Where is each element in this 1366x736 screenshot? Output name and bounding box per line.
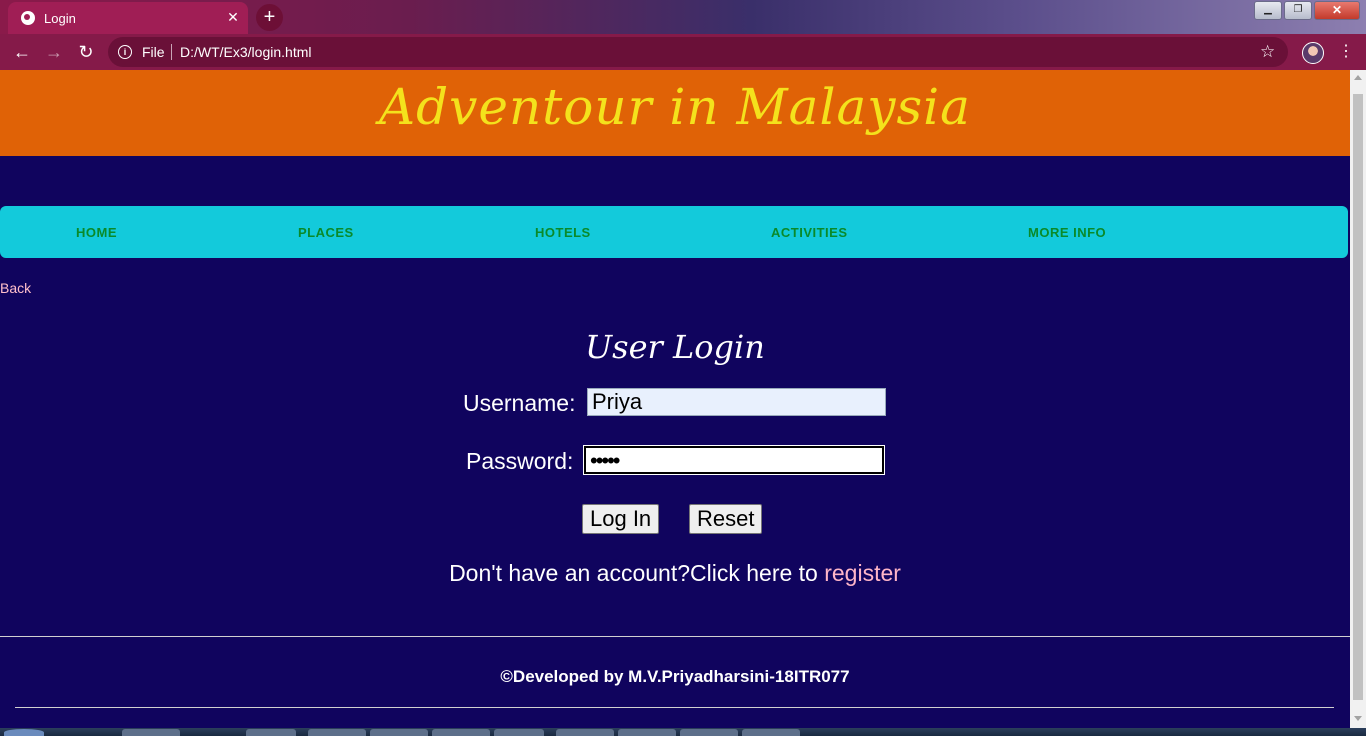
url-scheme-label: File [142,44,165,60]
start-orb[interactable] [4,729,44,736]
scroll-thumb[interactable] [1353,94,1363,700]
site-title: Adventour in Malaysia [379,78,971,136]
footer-credit: ©Developed by M.V.Priyadharsini-18ITR077 [500,667,850,686]
browser-titlebar: Login ✕ + ▁ ❐ ✕ [0,0,1366,34]
kebab-menu-icon[interactable]: ⋮ [1338,42,1354,62]
minimize-button[interactable]: ▁ [1254,1,1282,20]
nav-more-info[interactable]: MORE INFO [1028,225,1106,240]
profile-avatar[interactable] [1302,42,1324,64]
nav-places[interactable]: PLACES [298,225,354,240]
taskbar-item[interactable] [742,729,800,736]
main-nav: HOME PLACES HOTELS ACTIVITIES MORE INFO [0,206,1348,258]
taskbar-item[interactable] [556,729,614,736]
globe-icon [21,11,35,25]
taskbar-item[interactable] [246,729,296,736]
restore-button[interactable]: ❐ [1284,1,1312,20]
scroll-down-arrow-icon[interactable] [1354,716,1362,721]
tab-title: Login [44,11,76,26]
reset-button[interactable]: Reset [689,504,763,534]
username-input[interactable]: Priya [587,388,886,416]
address-bar[interactable]: i File D:/WT/Ex3/login.html ☆ [108,37,1288,67]
os-taskbar [0,728,1366,736]
omnibox-divider [171,44,172,60]
login-title: User Login [585,328,765,366]
taskbar-item[interactable] [370,729,428,736]
browser-toolbar: ← → ↻ i File D:/WT/Ex3/login.html ☆ [0,34,1366,70]
login-button[interactable]: Log In [582,504,660,534]
vertical-scrollbar[interactable] [1350,70,1366,728]
nav-hotels[interactable]: HOTELS [535,225,591,240]
close-tab-icon[interactable]: ✕ [225,9,241,25]
taskbar-item[interactable] [618,729,676,736]
reload-icon[interactable]: ↻ [76,42,96,62]
new-tab-button[interactable]: + [256,4,283,31]
page-viewport: Adventour in Malaysia HOME PLACES HOTELS… [0,70,1350,728]
taskbar-item[interactable] [308,729,366,736]
bookmark-star-icon[interactable]: ☆ [1260,42,1275,62]
footer-divider-bottom [15,707,1334,708]
site-banner: Adventour in Malaysia [0,70,1350,156]
url-text[interactable]: D:/WT/Ex3/login.html [180,44,311,60]
info-icon[interactable]: i [118,45,132,59]
register-link[interactable]: register [824,560,901,586]
browser-tab-login[interactable]: Login ✕ [8,2,248,34]
taskbar-item[interactable] [122,729,180,736]
nav-activities[interactable]: ACTIVITIES [771,225,848,240]
password-label: Password: [466,448,574,474]
taskbar-item[interactable] [494,729,544,736]
taskbar-item[interactable] [432,729,490,736]
close-window-button[interactable]: ✕ [1314,1,1360,20]
register-prompt: Don't have an account?Click here to regi… [0,560,1350,587]
window-controls: ▁ ❐ ✕ [1252,1,1360,20]
footer-divider-top [0,636,1350,637]
username-label: Username: [463,390,576,416]
back-arrow-icon[interactable]: ← [12,42,32,62]
scroll-up-arrow-icon[interactable] [1354,75,1362,80]
back-link[interactable]: Back [0,280,31,296]
nav-home[interactable]: HOME [76,225,117,240]
taskbar-item[interactable] [680,729,738,736]
forward-arrow-icon[interactable]: → [44,42,64,62]
register-prompt-text: Don't have an account?Click here to [449,560,825,586]
password-input[interactable]: ••••• [583,445,885,475]
